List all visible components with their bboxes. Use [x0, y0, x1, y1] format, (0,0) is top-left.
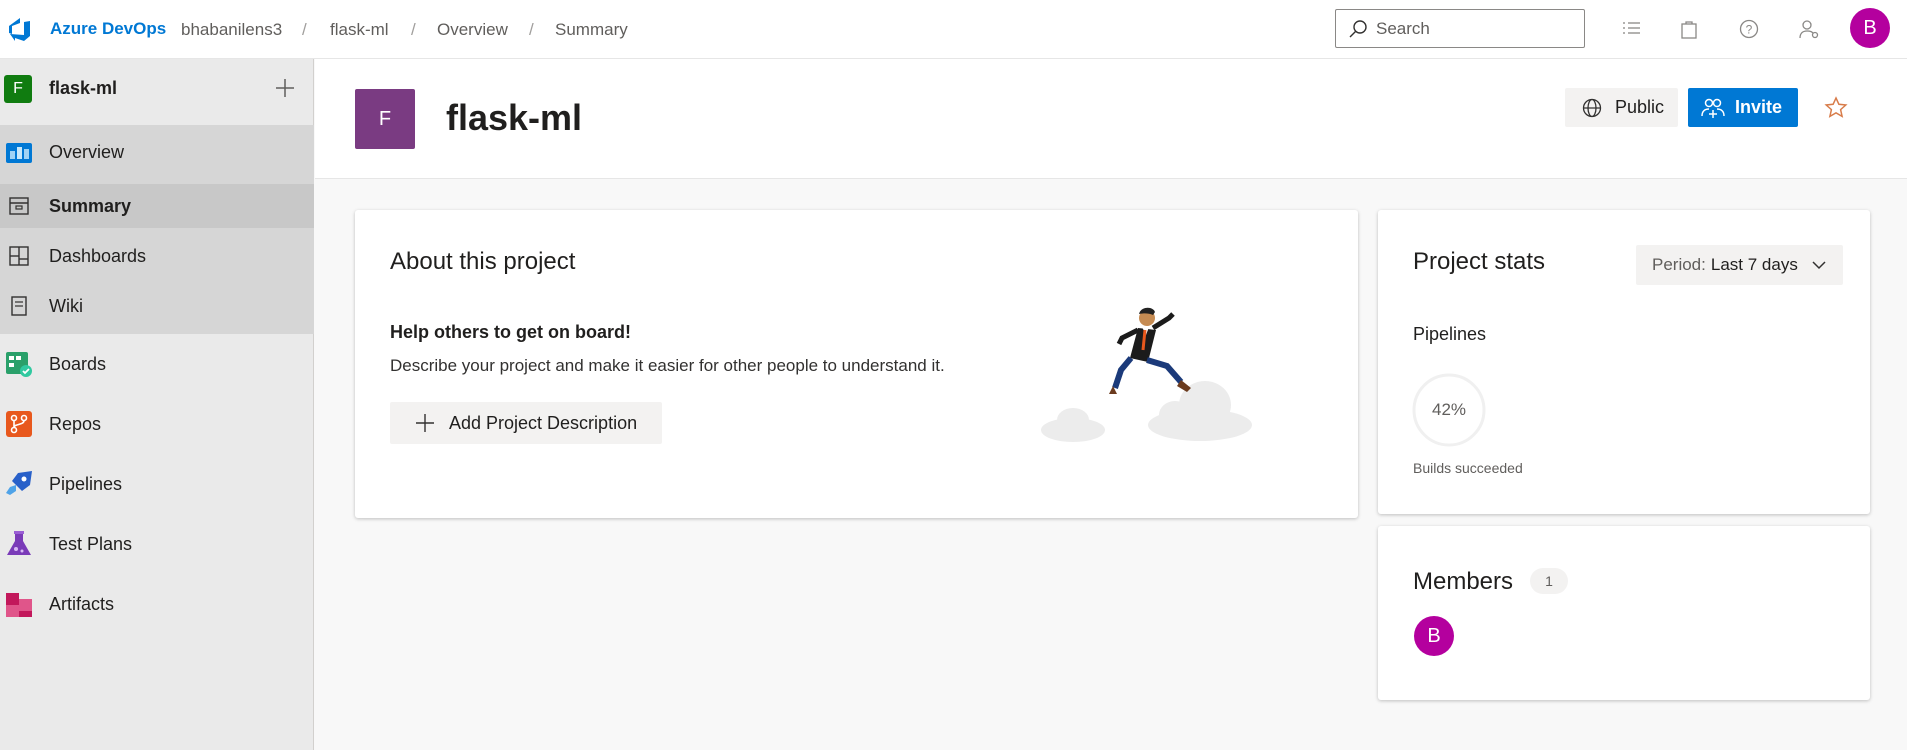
stats-card-title: Project stats: [1413, 248, 1546, 275]
pipelines-section-label: Pipelines: [1413, 324, 1487, 344]
public-label: Public: [1615, 97, 1665, 117]
pipelines-icon: [4, 469, 34, 499]
azure-devops-logo-icon[interactable]: [6, 16, 32, 42]
artifacts-icon: [4, 589, 34, 619]
sidebar-item-boards[interactable]: Boards: [0, 339, 314, 389]
add-description-label: Add Project Description: [449, 412, 638, 433]
breadcrumb-separator: /: [411, 20, 416, 39]
breadcrumb-project[interactable]: flask-ml: [330, 20, 389, 40]
sidebar-item-test-plans[interactable]: Test Plans: [0, 519, 314, 569]
dashboards-icon: [4, 241, 34, 271]
jumping-person-illustration: [1041, 307, 1252, 442]
sidebar-item-dashboards[interactable]: Dashboards: [0, 234, 314, 278]
brand-name[interactable]: Azure DevOps: [50, 19, 166, 39]
breadcrumb-separator: /: [302, 20, 307, 39]
breadcrumb-separator: /: [529, 20, 534, 39]
summary-icon: [4, 191, 34, 221]
period-dropdown[interactable]: Period: Last 7 days: [1636, 245, 1843, 285]
repos-icon: [4, 409, 34, 439]
project-avatar: F: [355, 89, 415, 149]
sidebar-item-artifacts[interactable]: Artifacts: [0, 579, 314, 629]
search-box[interactable]: [1335, 9, 1585, 48]
sidebar-project-header[interactable]: F flask-ml: [0, 59, 314, 119]
sidebar-item-label: Overview: [49, 142, 125, 162]
add-icon[interactable]: [272, 75, 298, 101]
top-bar: Azure DevOps bhabanilens3 / flask-ml / O…: [0, 0, 1907, 59]
user-avatar[interactable]: B: [1850, 8, 1890, 48]
test-plans-icon: [4, 529, 34, 559]
invite-button[interactable]: Invite: [1688, 88, 1798, 127]
chevron-down-icon: [1812, 261, 1826, 270]
period-value: Last 7 days: [1710, 255, 1798, 274]
sidebar-item-label: Boards: [49, 354, 107, 374]
invite-label: Invite: [1735, 97, 1783, 117]
period-label: Period:: [1652, 255, 1706, 274]
sidebar-item-wiki[interactable]: Wiki: [0, 284, 314, 328]
favorite-star-icon[interactable]: [1823, 95, 1849, 121]
wiki-icon: [4, 291, 34, 321]
overview-icon: [4, 137, 34, 167]
page-title: flask-ml: [446, 97, 583, 138]
members-card: Members 1 B: [1378, 526, 1870, 700]
sidebar-item-label: Dashboards: [49, 246, 147, 266]
sidebar-item-summary[interactable]: Summary: [0, 184, 314, 228]
sidebar-project-name[interactable]: flask-ml: [49, 78, 117, 99]
project-stats-card: Project stats Period: Last 7 days Pipeli…: [1378, 210, 1870, 514]
search-icon: [1349, 19, 1367, 37]
public-button[interactable]: Public: [1565, 88, 1678, 127]
sidebar: F flask-ml Overview Summary Dashboards W…: [0, 59, 314, 750]
member-avatar[interactable]: B: [1414, 616, 1454, 656]
task-list-icon[interactable]: [1618, 16, 1644, 42]
sidebar-item-repos[interactable]: Repos: [0, 399, 314, 449]
project-badge: F: [4, 75, 32, 103]
user-settings-icon[interactable]: [1796, 16, 1822, 42]
boards-icon: [4, 349, 34, 379]
about-description: Describe your project and make it easier…: [390, 356, 945, 375]
members-count-badge: 1: [1530, 568, 1568, 594]
sidebar-item-label: Repos: [49, 414, 102, 434]
search-input[interactable]: [1376, 18, 1576, 39]
svg-text:?: ?: [1746, 23, 1753, 37]
help-icon[interactable]: ?: [1736, 16, 1762, 42]
breadcrumb-summary[interactable]: Summary: [555, 20, 628, 40]
members-card-title: Members: [1413, 568, 1514, 595]
sidebar-item-label: Pipelines: [49, 474, 123, 494]
builds-percent: 42%: [1431, 400, 1467, 419]
about-project-card: About this project Help others to get on…: [355, 210, 1358, 518]
plus-icon: [416, 414, 434, 432]
sidebar-item-label: Summary: [49, 196, 132, 216]
sidebar-item-overview[interactable]: Overview: [0, 130, 314, 174]
sidebar-item-label: Test Plans: [49, 534, 133, 554]
project-header: F flask-ml Public Invite: [315, 59, 1907, 179]
breadcrumb-org[interactable]: bhabanilens3: [181, 20, 282, 40]
add-people-icon: [1701, 98, 1725, 118]
builds-caption: Builds succeeded: [1413, 460, 1523, 476]
sidebar-item-label: Artifacts: [49, 594, 115, 614]
about-subtitle: Help others to get on board!: [390, 322, 631, 342]
about-card-title: About this project: [390, 248, 576, 275]
add-project-description-button[interactable]: Add Project Description: [390, 402, 662, 444]
breadcrumb-overview[interactable]: Overview: [437, 20, 508, 40]
sidebar-item-pipelines[interactable]: Pipelines: [0, 459, 314, 509]
globe-icon: [1582, 98, 1602, 117]
marketplace-bag-icon[interactable]: [1676, 16, 1702, 42]
sidebar-item-label: Wiki: [49, 296, 83, 316]
